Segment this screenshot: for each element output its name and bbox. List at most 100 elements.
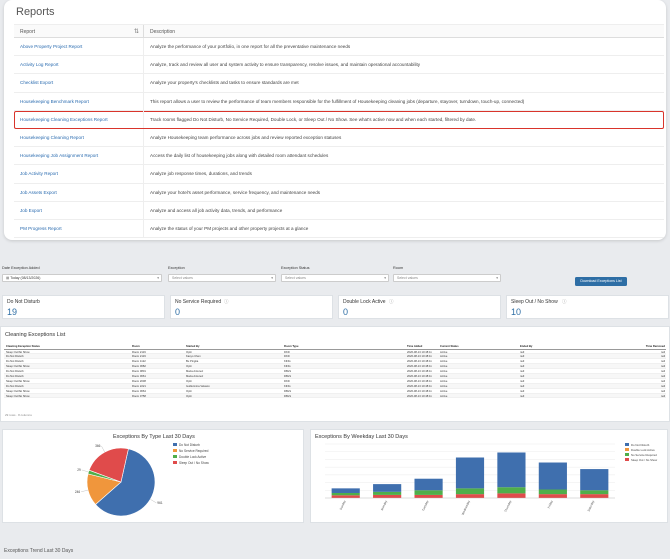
bar-segment[interactable] <box>497 493 526 498</box>
table-cell: Sleep Out/No Show <box>6 389 30 393</box>
table-cell: 2026-08-13 10:48:11 <box>407 384 432 388</box>
table-cell: Active <box>440 374 448 378</box>
report-row[interactable]: Above Property Project Report Analyze the… <box>14 38 664 57</box>
table-cell: null <box>520 360 525 364</box>
table-cell: Active <box>440 350 448 354</box>
table-cell: Room 2038 <box>132 379 146 383</box>
legend-label: Double Lock Active <box>179 455 206 459</box>
report-link[interactable]: Housekeeping Cleaning Exceptions Report <box>20 117 108 122</box>
sort-arrows-icon[interactable]: ⇅ <box>134 28 139 35</box>
legend-swatch <box>625 458 629 461</box>
bar-segment[interactable] <box>373 491 402 495</box>
report-link[interactable]: Above Property Project Report <box>20 44 82 49</box>
report-row[interactable]: Housekeeping Job Assignment Report Access… <box>14 147 664 166</box>
table-cell: Sleep Out/No Show <box>6 394 30 398</box>
bar-segment[interactable] <box>497 452 526 488</box>
table-cell: Active <box>440 365 448 369</box>
bar-segment[interactable] <box>331 495 360 498</box>
exception-filter-select[interactable]: Select values ▾ <box>168 274 276 282</box>
table-cell: null <box>520 365 525 369</box>
reports-table: Report ⇅ Description Above Property Proj… <box>14 24 664 239</box>
report-description: Analyze your property's checklists and t… <box>150 80 299 86</box>
bar-chart-card: Exceptions By Weekday Last 30 Days Sunda… <box>310 429 668 523</box>
bar-segment[interactable] <box>455 494 485 498</box>
table-cell: null <box>660 350 665 354</box>
table-row[interactable]: Sleep Out/No Show Room 0758 Optii DBLS 2026-… <box>4 393 666 399</box>
stat-value: 10 <box>511 307 522 317</box>
reports-table-header: Report ⇅ Description <box>14 24 664 39</box>
download-exceptions-button[interactable]: Download Exceptions List <box>575 277 627 286</box>
pie-chart-card: Exceptions By Type Last 30 Days 961 246 29… <box>2 429 304 523</box>
table-cell: DBLS <box>284 394 292 398</box>
report-row[interactable]: PM Progress Report Analyze the status of … <box>14 219 664 239</box>
column-header: Time Removed <box>645 345 665 348</box>
table-cell: Active <box>440 384 448 388</box>
column-header: Room <box>132 345 140 348</box>
report-link[interactable]: Housekeeping Job Assignment Report <box>20 153 98 158</box>
report-row[interactable]: Checklist Export Analyze your property's … <box>14 74 664 93</box>
bar-segment[interactable] <box>414 490 443 495</box>
bar-segment[interactable] <box>455 488 485 495</box>
report-description: Analyze job response times, durations, a… <box>150 171 252 177</box>
bar-segment[interactable] <box>414 494 443 498</box>
report-row[interactable]: Housekeeping Benchmark Report This report… <box>14 92 664 111</box>
report-row[interactable]: Housekeeping Cleaning Exceptions Report T… <box>14 110 664 129</box>
bar-segment[interactable] <box>580 494 609 498</box>
report-link[interactable]: Activity Log Report <box>20 62 59 67</box>
column-header: Ended By <box>520 345 533 348</box>
report-link[interactable]: Job Assets Export <box>20 190 57 195</box>
chevron-down-icon: ▾ <box>496 276 498 280</box>
table-cell: Do Not Disturb <box>6 370 24 374</box>
room-filter-select[interactable]: Select values ▾ <box>393 274 501 282</box>
table-cell: Active <box>440 355 448 359</box>
info-icon: ⓘ <box>562 299 567 304</box>
report-row[interactable]: Job Export Analyze and access all job act… <box>14 201 664 220</box>
report-column-header[interactable]: Report <box>20 29 35 35</box>
table-cell: null <box>520 394 525 398</box>
date-filter-value: Today (08/13/2026) <box>10 276 41 280</box>
bar-segment[interactable] <box>455 457 485 489</box>
report-link[interactable]: Job Export <box>20 208 42 213</box>
table-cell: Room 2119 <box>132 355 146 359</box>
report-description: Analyze your hotel's asset performance, … <box>150 189 321 195</box>
table-cell: null <box>660 389 665 393</box>
table-cell: Bu Pingtia <box>186 360 199 364</box>
report-link[interactable]: Housekeeping Benchmark Report <box>20 99 89 104</box>
status-filter-select[interactable]: Select values ▾ <box>281 274 389 282</box>
date-filter-select[interactable]: ▦ Today (08/13/2026) ▾ <box>2 274 162 282</box>
table-cell: Maria Antunez <box>186 370 204 374</box>
report-row[interactable]: Job Assets Export Analyze your hotel's as… <box>14 183 664 202</box>
report-link[interactable]: PM Progress Report <box>20 226 62 231</box>
bar-segment[interactable] <box>580 490 609 495</box>
x-tick-label: Tuesday <box>421 499 430 511</box>
report-row[interactable]: Job Activity Report Analyze job response … <box>14 165 664 184</box>
report-row[interactable]: Housekeeping Cleaning Report Analyze Hous… <box>14 128 664 148</box>
bar-segment[interactable] <box>538 489 567 495</box>
table-cell: 2026-08-13 10:48:11 <box>407 365 432 369</box>
table-cell: 2026-08-13 10:48:11 <box>407 394 432 398</box>
legend-label: No Service Required <box>179 449 209 453</box>
bar-segment[interactable] <box>538 494 567 498</box>
bar-segment[interactable] <box>331 492 360 496</box>
report-link[interactable]: Job Activity Report <box>20 171 58 176</box>
report-row[interactable]: Activity Log Report Analyze, track and re… <box>14 56 664 75</box>
stat-card-sleep-out-no-show: Sleep Out / No Show ⓘ 10 <box>506 295 669 319</box>
bar-segment[interactable] <box>414 478 443 491</box>
table-cell: 2026-08-13 10:48:11 <box>407 379 432 383</box>
reports-title: Reports <box>16 6 55 18</box>
reports-card: Reports Report ⇅ Description Above Prope… <box>4 0 666 240</box>
bar-segment[interactable] <box>538 462 567 490</box>
table-cell: null <box>520 350 525 354</box>
report-link[interactable]: Housekeeping Cleaning Report <box>20 135 84 140</box>
table-cell: 2026-08-13 10:48:11 <box>407 389 432 393</box>
bar-segment[interactable] <box>373 494 402 498</box>
bar-segment[interactable] <box>331 488 360 493</box>
bar-segment[interactable] <box>497 487 526 494</box>
report-link[interactable]: Checklist Export <box>20 80 53 85</box>
bar-segment[interactable] <box>580 469 609 491</box>
table-cell: Room 0664 <box>132 389 146 393</box>
table-cell: 2026-08-13 10:48:11 <box>407 360 432 364</box>
info-icon: ⓘ <box>389 299 394 304</box>
bar-segment[interactable] <box>373 484 402 492</box>
column-header: Room Type <box>284 345 299 348</box>
